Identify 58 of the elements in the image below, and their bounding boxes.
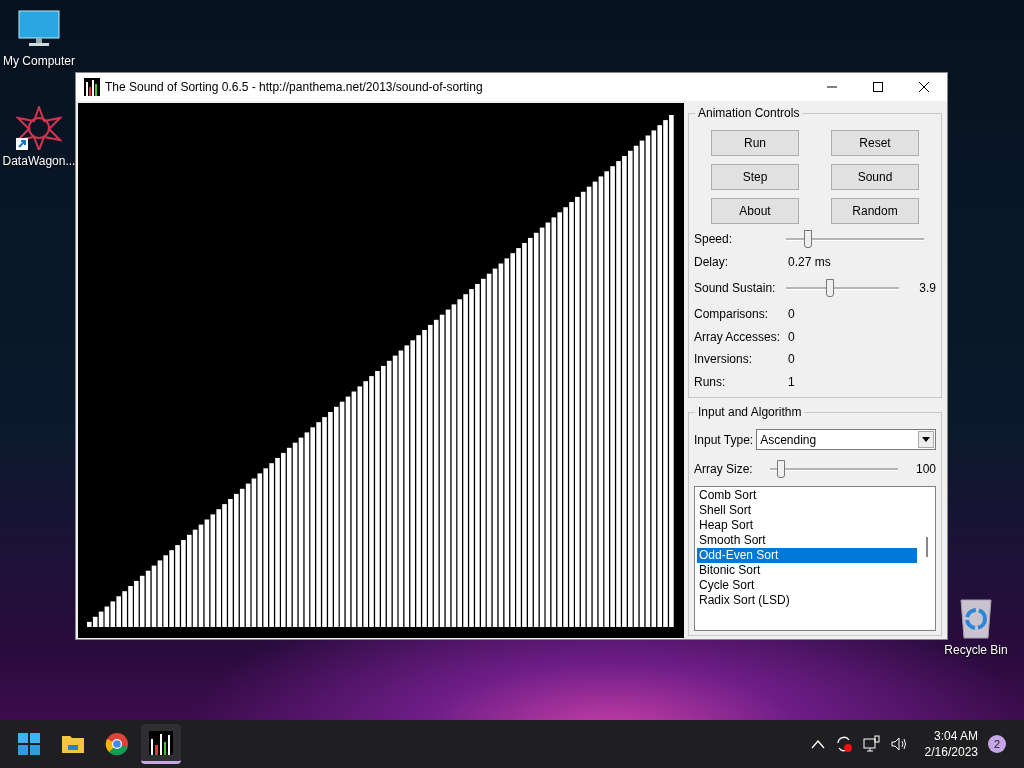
- speaker-icon[interactable]: [890, 736, 909, 752]
- desktop-icon-label[interactable]: Recycle Bin: [944, 643, 1008, 657]
- panel-button[interactable]: Step: [711, 164, 799, 190]
- browser-icon: [105, 732, 129, 756]
- desktop-icon-label[interactable]: DataWagon...: [2, 154, 76, 168]
- algorithm-list-item[interactable]: Cycle Sort: [697, 578, 917, 593]
- network-icon[interactable]: [862, 735, 881, 753]
- stat-label: Array Accesses:: [694, 329, 782, 344]
- panel-button[interactable]: Run: [711, 130, 799, 156]
- clock-date[interactable]: 2/16/2023: [924, 744, 978, 760]
- algorithm-list-item[interactable]: Bitonic Sort: [697, 563, 917, 578]
- stat-label: Runs:: [694, 374, 727, 389]
- scrollbar-thumb[interactable]: [926, 537, 928, 557]
- stat-value: 1: [788, 374, 795, 389]
- slider-thumb[interactable]: [825, 278, 834, 297]
- window-title: The Sound of Sorting 0.6.5 - http://panthema.net/2013/sound-of-sorting: [105, 80, 484, 94]
- sound-sustain-label: Sound Sustain:: [694, 280, 777, 295]
- delay-label: Delay:: [694, 254, 729, 269]
- stat-label: Inversions:: [694, 352, 754, 367]
- group-title: Input and Algorithm: [695, 405, 805, 419]
- array-size-label: Array Size:: [694, 462, 754, 476]
- algorithm-list-item[interactable]: Comb Sort: [697, 488, 917, 503]
- stat-label: Comparisons:: [694, 307, 770, 322]
- windows-logo-icon: [17, 732, 41, 756]
- maximize-icon: [873, 82, 883, 92]
- algorithm-list-item[interactable]: Shell Sort: [697, 503, 917, 518]
- stat-value: 0: [788, 329, 795, 344]
- close-icon: [919, 82, 929, 92]
- group-title: Animation Controls: [695, 106, 803, 120]
- clock-time[interactable]: 3:04 AM: [933, 728, 978, 744]
- algorithm-list-item[interactable]: Odd-Even Sort: [697, 548, 917, 563]
- recycle-bin-icon[interactable]: [958, 597, 994, 639]
- sound-sustain-value: 3.9: [919, 280, 936, 295]
- panel-button[interactable]: Reset: [831, 130, 919, 156]
- desktop-icon-label[interactable]: My Computer: [3, 54, 75, 68]
- input-type-dropdown[interactable]: Ascending: [756, 429, 936, 450]
- slider-thumb[interactable]: [803, 230, 812, 249]
- slider-thumb[interactable]: [777, 460, 786, 478]
- notification-badge[interactable]: 2: [988, 735, 1006, 753]
- chevron-up-icon[interactable]: [810, 739, 825, 749]
- taskbar-app-button[interactable]: [141, 724, 181, 764]
- panel-button[interactable]: Sound: [831, 164, 919, 190]
- bar-chart-icon: [149, 730, 173, 755]
- algorithm-list-item[interactable]: Radix Sort (LSD): [697, 593, 917, 608]
- delay-value: 0.27 ms: [788, 254, 831, 269]
- stat-value: 0: [788, 307, 795, 322]
- input-type-label: Input Type:: [694, 432, 754, 447]
- caret-icon: [922, 437, 930, 442]
- star-emblem-icon[interactable]: [16, 106, 62, 150]
- bars-logo-icon: [84, 78, 100, 96]
- array-size-value: 100: [915, 462, 936, 476]
- speed-label: Speed:: [694, 232, 734, 247]
- panel-button[interactable]: About: [711, 198, 799, 224]
- algorithm-list-item[interactable]: Smooth Sort: [697, 533, 917, 548]
- stat-value: 0: [788, 352, 795, 367]
- sync-icon[interactable]: [834, 735, 853, 753]
- algorithm-list-item[interactable]: Heap Sort: [697, 518, 917, 533]
- panel-button[interactable]: Random: [831, 198, 919, 224]
